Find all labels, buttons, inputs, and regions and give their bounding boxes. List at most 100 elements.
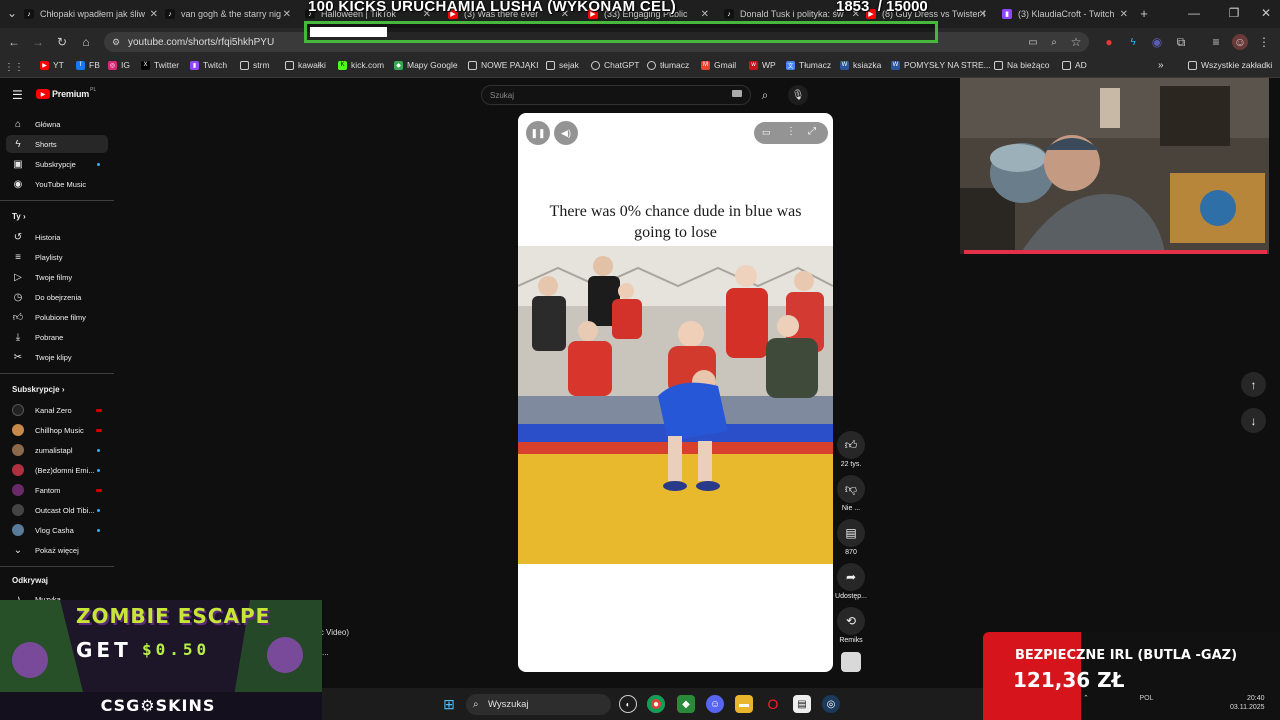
bookmark-item[interactable]: ▮ Twitch: [190, 60, 227, 70]
reading-list-icon[interactable]: ≡: [1208, 34, 1224, 50]
previous-video-button[interactable]: ↑: [1241, 372, 1266, 397]
sidebar-item-liked-videos[interactable]: 👍︎ Polubione filmy: [6, 308, 108, 326]
hamburger-menu-icon[interactable]: ☰: [12, 88, 23, 102]
home-icon[interactable]: ⌂: [78, 34, 94, 50]
bookmark-folder[interactable]: sejak: [546, 60, 579, 70]
keyboard-icon[interactable]: [732, 90, 742, 97]
bookmark-item[interactable]: W POMYSŁY NA STRE...: [891, 60, 991, 70]
sidebar-item-downloads[interactable]: ⤓ Pobrane: [6, 328, 108, 346]
extension-icon[interactable]: ϟ: [1125, 34, 1141, 50]
close-icon[interactable]: ✕: [283, 9, 291, 20]
chrome-icon[interactable]: ●: [647, 695, 665, 713]
bookmark-item[interactable]: ChatGPT: [591, 60, 639, 70]
apps-grid-icon[interactable]: ⋮⋮: [4, 59, 24, 75]
bookmark-folder[interactable]: kawałki: [285, 60, 326, 70]
pause-button[interactable]: ❚❚: [526, 121, 550, 145]
recording-app-icon[interactable]: ◐: [619, 695, 637, 713]
bookmark-item[interactable]: M Gmail: [701, 60, 736, 70]
more-options-icon[interactable]: ⋮: [786, 126, 796, 137]
subscription-item[interactable]: zumalistapl: [6, 441, 108, 459]
new-tab-plus-icon[interactable]: +: [1136, 5, 1152, 21]
menu-dots-icon[interactable]: ⋮: [1256, 34, 1272, 50]
fullscreen-icon[interactable]: ⤢: [808, 126, 816, 137]
subscription-item[interactable]: (Bez)domni Emi...: [6, 461, 108, 479]
tab-search-chevron-icon[interactable]: ⌄: [4, 5, 20, 21]
sidebar-item-watch-later[interactable]: ◷ Do obejrzenia: [6, 288, 108, 306]
browser-tab[interactable]: ♪ van gogh & the starry nig ✕: [165, 2, 295, 26]
window-close-icon[interactable]: ✕: [1258, 5, 1274, 21]
sidebar-item-youtube-music[interactable]: ◉ YouTube Music: [6, 175, 108, 193]
sidebar-item-your-videos[interactable]: ▷ Twoje filmy: [6, 268, 108, 286]
close-icon[interactable]: ✕: [701, 9, 709, 20]
dislike-action[interactable]: 👎︎ Nie ...: [837, 475, 865, 512]
youtube-logo[interactable]: ▶ Premium PL: [36, 87, 96, 99]
sidebar-item-playlists[interactable]: ≡ Playlisty: [6, 248, 108, 266]
bookmark-item[interactable]: w WP: [749, 60, 776, 70]
captions-icon[interactable]: ▭: [762, 127, 771, 138]
subscription-item[interactable]: Fantom: [6, 481, 108, 499]
discord-icon[interactable]: ☺: [706, 695, 724, 713]
subscription-item[interactable]: Chillhop Music: [6, 421, 108, 439]
sidebar-item-history[interactable]: ↺ Historia: [6, 228, 108, 246]
bookmark-item[interactable]: X Twitter: [141, 60, 179, 70]
browser-tab[interactable]: ♪ Chłopaki wpadłem jak śliw ✕: [24, 2, 162, 26]
bookmark-item[interactable]: f FB: [76, 60, 100, 70]
dislike-icon[interactable]: 👎︎: [837, 475, 865, 503]
forward-arrow-icon[interactable]: →: [30, 34, 46, 50]
bookmark-item[interactable]: ◎ IG: [108, 60, 130, 70]
extension-icon[interactable]: ◉: [1149, 34, 1165, 50]
more-bookmarks-chevron-icon[interactable]: »: [1158, 60, 1164, 71]
remix-action[interactable]: ⟲ Remiks: [837, 607, 865, 644]
sidebar-item-shorts[interactable]: ϟ Shorts: [6, 135, 108, 153]
taskbar-search[interactable]: ⌕ Wyszukaj: [466, 694, 611, 715]
minimize-icon[interactable]: —: [1186, 5, 1202, 21]
steam-icon[interactable]: ◎: [822, 695, 840, 713]
search-input[interactable]: Szukaj: [481, 85, 751, 105]
bookmark-folder[interactable]: AD: [1062, 60, 1087, 70]
shield-browser-icon[interactable]: ◆: [677, 695, 695, 713]
bookmark-folder[interactable]: NOWE PAJĄKI: [468, 60, 538, 70]
remix-icon[interactable]: ⟲: [837, 607, 865, 635]
channel-avatar[interactable]: [841, 652, 861, 672]
like-action[interactable]: 👍︎ 22 tys.: [837, 431, 865, 468]
restore-icon[interactable]: ❐: [1226, 5, 1242, 21]
system-tray[interactable]: ⌃ POL: [1083, 694, 1153, 702]
sidebar-section-you[interactable]: Ty ›: [12, 212, 26, 221]
zoom-icon[interactable]: ⌕: [1046, 34, 1062, 50]
subscription-item[interactable]: Kanał Zero: [6, 401, 108, 419]
share-icon[interactable]: ➦: [837, 563, 865, 591]
bookmark-item[interactable]: Kkick.com: [338, 60, 384, 70]
site-info-icon[interactable]: ⚙: [112, 37, 120, 48]
sidebar-item-home[interactable]: ⌂ Główna: [6, 115, 108, 133]
opera-icon[interactable]: O: [764, 695, 782, 713]
sidebar-section-subscriptions[interactable]: Subskrypcje ›: [12, 385, 64, 394]
shorts-video-player[interactable]: There was 0% chance dude in blue was goi…: [518, 113, 833, 672]
like-icon[interactable]: 👍︎: [837, 431, 865, 459]
record-extension-icon[interactable]: ●: [1101, 34, 1117, 50]
bookmark-item[interactable]: 文 Tłumacz: [786, 60, 831, 70]
windows-start-icon[interactable]: ⊞: [440, 695, 458, 713]
bookmark-item[interactable]: ▶ YT: [40, 60, 64, 70]
subscription-item[interactable]: Vlog Casha: [6, 521, 108, 539]
back-arrow-icon[interactable]: ←: [6, 34, 22, 50]
share-action[interactable]: ➦ Udostęp...: [835, 563, 867, 600]
profile-avatar[interactable]: ☺: [1232, 34, 1248, 50]
taskbar-clock[interactable]: 20:40 03.11.2025: [1230, 694, 1265, 712]
sidebar-item-your-clips[interactable]: ✂ Twoje klipy: [6, 348, 108, 366]
close-icon[interactable]: ✕: [1120, 9, 1128, 20]
search-button[interactable]: ⌕: [751, 85, 779, 105]
volume-button[interactable]: ◀): [554, 121, 578, 145]
reload-icon[interactable]: ↻: [54, 34, 70, 50]
puzzle-icon[interactable]: ⧉: [1173, 34, 1189, 50]
bookmark-folder[interactable]: Na bieżąco: [994, 60, 1050, 70]
bookmark-star-icon[interactable]: ☆: [1068, 34, 1084, 50]
voice-search-button[interactable]: 🎙︎: [788, 85, 808, 105]
file-explorer-icon[interactable]: ▬: [735, 695, 753, 713]
sidebar-item-subscriptions[interactable]: ▣ Subskrypcje: [6, 155, 108, 173]
notes-app-icon[interactable]: ▤: [793, 695, 811, 713]
browser-tab[interactable]: ▮ (3) KlaudiaCroft - Twitch ✕: [1002, 2, 1132, 26]
bookmark-item[interactable]: ◆ Mapy Google: [394, 60, 458, 70]
all-bookmarks-folder[interactable]: Wszystkie zakładki: [1188, 60, 1272, 70]
bookmark-folder[interactable]: strm: [240, 60, 270, 70]
bookmark-item[interactable]: tłumacz: [647, 60, 689, 70]
